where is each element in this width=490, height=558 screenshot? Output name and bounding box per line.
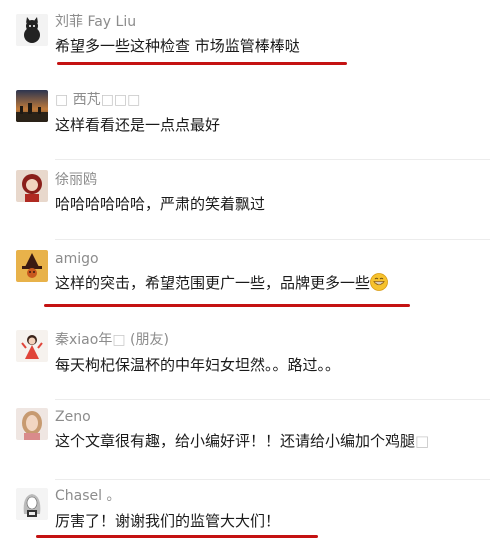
witch-avatar[interactable] (16, 250, 48, 282)
girl-red-avatar-icon (16, 170, 48, 202)
girl-red-avatar[interactable] (16, 170, 48, 202)
cat-avatar[interactable] (16, 14, 48, 46)
commenter-name[interactable]: 徐丽鸥 (55, 171, 97, 189)
friend-tag: (朋友) (130, 332, 169, 348)
cartoon-girl-avatar[interactable] (16, 330, 48, 362)
comment-text: 希望多一些这种检查 市场监管棒棒哒 (55, 37, 300, 55)
comment-item: amigo 这样的突击，希望范围更广一些，品牌更多一些 (0, 240, 490, 320)
comment-item: □ 西芃□□□ 这样看看还是一点点最好 (0, 80, 490, 160)
woman-portrait-avatar[interactable] (16, 408, 48, 440)
woman-portrait-avatar-icon (16, 408, 48, 440)
comment-text: 这样看看还是一点点最好 (55, 116, 221, 134)
comment-text: 哈哈哈哈哈哈，严肃的笑着飘过 (55, 195, 266, 213)
commenter-name[interactable]: 秦xiao年□ (朋友) (55, 331, 169, 349)
comment-item: 刘菲 Fay Liu 希望多一些这种检查 市场监管棒棒哒 (0, 0, 490, 80)
grin-emoji-icon (370, 273, 388, 291)
commenter-name[interactable]: □ 西芃□□□ (55, 91, 140, 109)
comment-item: Zeno 这个文章很有趣，给小编好评！！还请给小编加个鸡腿□ (0, 400, 490, 480)
commenter-name-text: 秦xiao年 (55, 332, 113, 348)
comment-item: 徐丽鸥 哈哈哈哈哈哈，严肃的笑着飘过 (0, 160, 490, 240)
commenter-name[interactable]: Chasel 。 (55, 487, 120, 505)
sketch-girl-avatar[interactable] (16, 488, 48, 520)
commenter-name[interactable]: amigo (55, 250, 99, 268)
name-glyph-boxes: □□□ (100, 92, 141, 108)
name-glyph-box: □ (55, 92, 69, 108)
name-glyph-box: □ (112, 332, 126, 348)
witch-avatar-icon (16, 250, 48, 282)
sunset-city-avatar-icon (16, 90, 48, 122)
sketch-girl-avatar-icon (16, 488, 48, 520)
red-underline (57, 62, 347, 65)
comment-text-body: 这个文章很有趣，给小编好评！！还请给小编加个鸡腿 (55, 432, 416, 450)
text-glyph-box: □ (415, 432, 430, 450)
red-underline (44, 304, 410, 307)
cat-avatar-icon (16, 14, 48, 46)
comment-text-body: 这样的突击，希望范围更广一些，品牌更多一些 (55, 274, 371, 292)
commenter-name[interactable]: 刘菲 Fay Liu (55, 13, 136, 31)
red-underline (36, 535, 318, 538)
comment-text: 每天枸杞保温杯的中年妇女坦然。。路过。。 (55, 356, 341, 374)
sunset-city-avatar[interactable] (16, 90, 48, 122)
comment-item: Chasel 。 厉害了！谢谢我们的监管大大们！ (0, 480, 490, 558)
comment-text: 这样的突击，希望范围更广一些，品牌更多一些 (55, 273, 388, 293)
comment-text: 这个文章很有趣，给小编好评！！还请给小编加个鸡腿□ (55, 431, 429, 451)
commenter-name-text: 西芃 (72, 92, 101, 108)
commenter-name[interactable]: Zeno (55, 408, 91, 426)
comment-list: 刘菲 Fay Liu 希望多一些这种检查 市场监管棒棒哒 □ 西芃□□□ 这样看… (0, 0, 490, 558)
cartoon-girl-avatar-icon (16, 330, 48, 362)
comment-item: 秦xiao年□ (朋友) 每天枸杞保温杯的中年妇女坦然。。路过。。 (0, 320, 490, 400)
comment-text: 厉害了！谢谢我们的监管大大们！ (55, 512, 281, 530)
